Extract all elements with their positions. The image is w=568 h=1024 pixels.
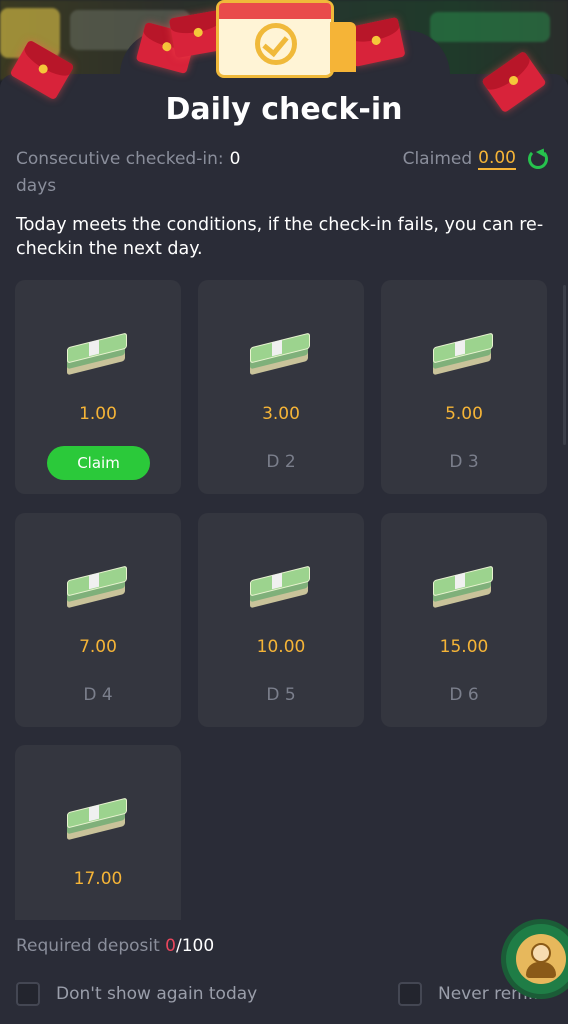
reward-card-day-7[interactable]: 17.00	[15, 745, 181, 920]
dont-show-today-option[interactable]: Don't show again today	[16, 982, 257, 1006]
scrollbar[interactable]	[563, 285, 566, 445]
reward-day-label: D 4	[83, 685, 113, 705]
reward-grid: 1.00 Claim 3.00 D 2 5.00 D 3 7.00 D 4 10…	[15, 280, 547, 920]
refresh-icon[interactable]	[528, 149, 548, 169]
claimed-summary: Claimed 0.00	[403, 146, 548, 172]
reward-card-day-6[interactable]: 15.00 D 6	[381, 513, 547, 727]
reward-amount: 3.00	[262, 404, 300, 424]
reward-amount: 5.00	[445, 404, 483, 424]
cash-stack-icon	[431, 563, 493, 609]
checkbox-icon[interactable]	[398, 982, 422, 1006]
cash-stack-icon	[65, 563, 127, 609]
cash-stack-icon	[248, 563, 310, 609]
consecutive-label: Consecutive checked-in:	[16, 149, 224, 169]
consecutive-value: 0	[229, 149, 241, 169]
consecutive-days: Consecutive checked-in: 0 days	[16, 146, 316, 200]
reward-amount: 10.00	[256, 637, 306, 657]
claimed-label: Claimed	[402, 149, 473, 169]
page-title: Daily check-in	[165, 92, 403, 127]
reward-day-label: D 2	[266, 452, 296, 472]
checkbox-icon[interactable]	[16, 982, 40, 1006]
reward-day-label: D 6	[449, 685, 479, 705]
reward-card-day-1[interactable]: 1.00 Claim	[15, 280, 181, 494]
consecutive-unit: days	[16, 176, 57, 196]
cash-stack-icon	[65, 795, 127, 841]
customer-support-icon	[516, 934, 566, 984]
reward-amount: 1.00	[79, 404, 117, 424]
reward-card-day-3[interactable]: 5.00 D 3	[381, 280, 547, 494]
reward-card-day-5[interactable]: 10.00 D 5	[198, 513, 364, 727]
deposit-label: Required deposit	[16, 936, 160, 956]
reward-amount: 17.00	[73, 869, 123, 889]
calendar-check-icon	[216, 0, 334, 78]
cash-stack-icon	[248, 330, 310, 376]
reward-day-label: D 3	[449, 452, 479, 472]
reward-amount: 15.00	[439, 637, 489, 657]
dont-show-today-label: Don't show again today	[56, 984, 258, 1004]
deposit-current: 0	[165, 936, 176, 956]
reward-amount: 7.00	[79, 637, 117, 657]
checkin-note: Today meets the conditions, if the check…	[16, 215, 544, 259]
cash-stack-icon	[65, 330, 127, 376]
deposit-total: /100	[176, 936, 215, 956]
claimed-amount[interactable]: 0.00	[478, 148, 516, 170]
reward-card-day-4[interactable]: 7.00 D 4	[15, 513, 181, 727]
calendar-ribbon	[330, 22, 356, 72]
claim-button[interactable]: Claim	[47, 446, 150, 480]
reward-day-label: D 5	[266, 685, 296, 705]
cash-stack-icon	[431, 330, 493, 376]
reward-card-day-2[interactable]: 3.00 D 2	[198, 280, 364, 494]
required-deposit: Required deposit 0/100	[16, 936, 214, 956]
customer-support-button[interactable]	[506, 924, 568, 994]
